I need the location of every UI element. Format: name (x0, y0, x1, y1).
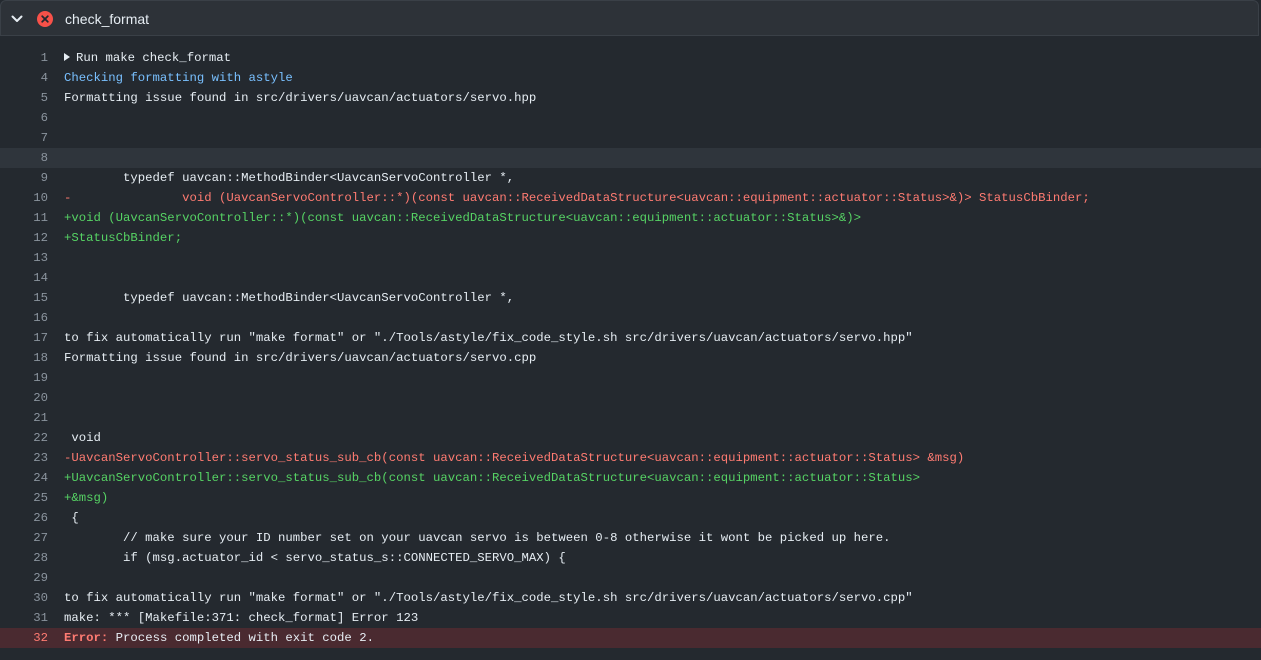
log-text: Checking formatting with astyle (64, 71, 293, 85)
log-error-row: 32 Error: Process completed with exit cod… (0, 628, 1261, 648)
line-number[interactable]: 23 (0, 448, 48, 468)
log-line: 18 Formatting issue found in src/drivers/… (0, 348, 1261, 368)
log-line: 14 (0, 268, 1261, 288)
line-number[interactable]: 5 (0, 88, 48, 108)
log-line: 6 (0, 108, 1261, 128)
line-number[interactable]: 27 (0, 528, 48, 548)
line-number[interactable]: 1 (0, 48, 48, 68)
job-header[interactable]: check_format (0, 0, 1259, 36)
log-line: 24 +UavcanServoController::servo_status_s… (0, 468, 1261, 488)
group-title: Run make check_format (76, 51, 231, 65)
line-number[interactable]: 16 (0, 308, 48, 328)
line-number[interactable]: 20 (0, 388, 48, 408)
log-text: void (64, 431, 101, 445)
line-number[interactable]: 28 (0, 548, 48, 568)
line-number[interactable]: 6 (0, 108, 48, 128)
line-number[interactable]: 25 (0, 488, 48, 508)
log-line: 26 { (0, 508, 1261, 528)
log-line: 21 (0, 408, 1261, 428)
error-label: Error: (64, 631, 109, 645)
log-line: 28 if (msg.actuator_id < servo_status_s:… (0, 548, 1261, 568)
log-line: 9 typedef uavcan::MethodBinder<UavcanSer… (0, 168, 1261, 188)
log-text: Run make check_format (64, 48, 231, 68)
line-number[interactable]: 9 (0, 168, 48, 188)
log-text: Formatting issue found in src/drivers/ua… (64, 91, 537, 105)
log-line: 7 (0, 128, 1261, 148)
log-text: to fix automatically run "make format" o… (64, 331, 913, 345)
log-line: 11 +void (UavcanServoController::*)(const… (0, 208, 1261, 228)
log-line: 27 // make sure your ID number set on yo… (0, 528, 1261, 548)
line-number[interactable]: 15 (0, 288, 48, 308)
line-number[interactable]: 7 (0, 128, 48, 148)
log-text: { (64, 511, 79, 525)
log-text: make: *** [Makefile:371: check_format] E… (64, 611, 419, 625)
line-number[interactable]: 13 (0, 248, 48, 268)
log-line: 29 (0, 568, 1261, 588)
log-line: 8 (0, 148, 1261, 168)
line-number[interactable]: 8 (0, 148, 48, 168)
log-line: 30 to fix automatically run "make format"… (0, 588, 1261, 608)
log-text: typedef uavcan::MethodBinder<UavcanServo… (64, 171, 515, 185)
line-number[interactable]: 31 (0, 608, 48, 628)
line-number[interactable]: 10 (0, 188, 48, 208)
log-output: 1 Run make check_format 4 Checking formatti… (0, 48, 1261, 648)
line-number[interactable]: 4 (0, 68, 48, 88)
log-text: typedef uavcan::MethodBinder<UavcanServo… (64, 291, 515, 305)
log-line: 12 +StatusCbBinder; (0, 228, 1261, 248)
line-number[interactable]: 18 (0, 348, 48, 368)
line-number[interactable]: 32 (0, 628, 48, 648)
log-line: 5 Formatting issue found in src/drivers/u… (0, 88, 1261, 108)
log-text: - void (UavcanServoController::*)(const … (64, 191, 1090, 205)
triangle-right-icon[interactable] (64, 53, 70, 61)
log-line: 19 (0, 368, 1261, 388)
log-line: 13 (0, 248, 1261, 268)
line-number[interactable]: 17 (0, 328, 48, 348)
line-number[interactable]: 30 (0, 588, 48, 608)
log-text: Error: Process completed with exit code … (64, 628, 374, 648)
error-message: Process completed with exit code 2. (115, 631, 374, 645)
log-line: 10 - void (UavcanServoController::*)(cons… (0, 188, 1261, 208)
line-number[interactable]: 26 (0, 508, 48, 528)
log-text: +UavcanServoController::servo_status_sub… (64, 471, 921, 485)
log-line: 20 (0, 388, 1261, 408)
job-title: check_format (65, 11, 150, 27)
log-text: +&msg) (64, 491, 109, 505)
log-text: -UavcanServoController::servo_status_sub… (64, 451, 965, 465)
log-line: 25 +&msg) (0, 488, 1261, 508)
log-text: +StatusCbBinder; (64, 231, 183, 245)
log-line: 22 void (0, 428, 1261, 448)
line-number[interactable]: 14 (0, 268, 48, 288)
log-line: 23 -UavcanServoController::servo_status_s… (0, 448, 1261, 468)
line-number[interactable]: 22 (0, 428, 48, 448)
line-number[interactable]: 24 (0, 468, 48, 488)
log-text: Formatting issue found in src/drivers/ua… (64, 351, 537, 365)
x-circle-icon (37, 11, 53, 27)
log-line: 15 typedef uavcan::MethodBinder<UavcanSe… (0, 288, 1261, 308)
line-number[interactable]: 19 (0, 368, 48, 388)
log-text: to fix automatically run "make format" o… (64, 591, 913, 605)
line-number[interactable]: 11 (0, 208, 48, 228)
log-text: +void (UavcanServoController::*)(const u… (64, 211, 861, 225)
chevron-down-icon[interactable] (10, 12, 24, 26)
line-number[interactable]: 29 (0, 568, 48, 588)
log-line: 16 (0, 308, 1261, 328)
log-text: if (msg.actuator_id < servo_status_s::CO… (64, 551, 566, 565)
log-group-row[interactable]: 1 Run make check_format (0, 48, 1261, 68)
log-line: 4 Checking formatting with astyle (0, 68, 1261, 88)
log-line: 17 to fix automatically run "make format"… (0, 328, 1261, 348)
line-number[interactable]: 12 (0, 228, 48, 248)
log-line: 31 make: *** [Makefile:371: check_format]… (0, 608, 1261, 628)
line-number[interactable]: 21 (0, 408, 48, 428)
log-text: // make sure your ID number set on your … (64, 531, 891, 545)
